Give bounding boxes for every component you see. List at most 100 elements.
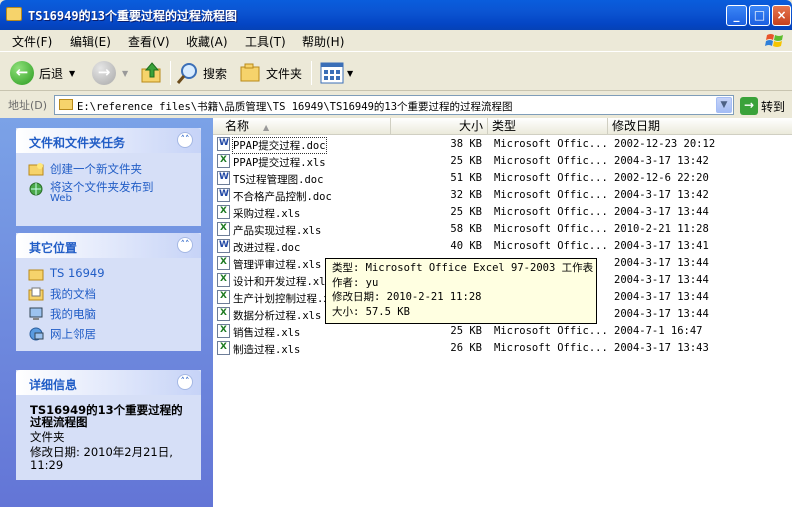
link-label: 我的电脑 bbox=[50, 307, 96, 321]
excel-spreadsheet-icon bbox=[217, 324, 230, 338]
file-info-tooltip: 类型: Microsoft Office Excel 97-2003 工作表 作… bbox=[325, 258, 597, 324]
file-row[interactable]: TS过程管理图.doc 51 KB Microsoft Offic... 2002-1… bbox=[213, 170, 792, 187]
publish-web-link[interactable]: 将这个文件夹发布到 Web bbox=[28, 181, 154, 205]
folder-icon bbox=[6, 7, 22, 21]
file-name: 管理评审过程.xls bbox=[233, 259, 322, 271]
file-row[interactable]: 产品实现过程.xls 58 KB Microsoft Offic... 2010-2-… bbox=[213, 221, 792, 238]
go-arrow-icon: → bbox=[740, 97, 758, 115]
details-kind: 文件夹 bbox=[30, 430, 65, 444]
views-button[interactable]: ▼ bbox=[320, 60, 353, 86]
new-folder-link[interactable]: 创建一个新文件夹 bbox=[28, 161, 142, 177]
file-row[interactable]: PPAP提交过程.xls 25 KB Microsoft Offic... 2004-… bbox=[213, 153, 792, 170]
file-modified: 2010-2-21 11:28 bbox=[614, 223, 709, 235]
other-places-panel: 其它位置 ˄˄ TS 16949 我的文档 我的电脑 网上邻居 bbox=[16, 233, 201, 351]
file-type: Microsoft Offic... bbox=[494, 155, 608, 167]
file-modified: 2004-3-17 13:42 bbox=[614, 189, 709, 201]
menu-bar: 文件(F) 编辑(E) 查看(V) 收藏(A) 工具(T) 帮助(H) bbox=[0, 30, 792, 52]
file-name: PPAP提交过程.doc bbox=[232, 137, 327, 154]
file-row[interactable]: 制造过程.xls 26 KB Microsoft Offic... 2004-3-17… bbox=[213, 340, 792, 357]
back-button[interactable]: ← 后退 ▼ bbox=[10, 60, 75, 86]
file-modified: 2002-12-23 20:12 bbox=[614, 138, 716, 150]
views-grid-icon bbox=[320, 62, 344, 84]
column-name[interactable]: 名称 ▲ bbox=[213, 118, 391, 135]
title-bar[interactable]: TS16949的13个重要过程的过程流程图 _ □ × bbox=[0, 0, 792, 30]
file-name: 设计和开发过程.xls bbox=[233, 276, 332, 288]
go-button[interactable]: → 转到 bbox=[740, 97, 785, 115]
address-input[interactable]: E:\reference files\书籍\品质管理\TS 16949\TS16… bbox=[54, 95, 734, 115]
windows-logo-icon bbox=[765, 34, 783, 47]
file-size: 58 KB bbox=[450, 223, 482, 235]
panel-header[interactable]: 详细信息 ˄˄ bbox=[16, 370, 201, 395]
close-button[interactable]: × bbox=[772, 5, 791, 26]
maximize-button[interactable]: □ bbox=[749, 5, 770, 26]
excel-spreadsheet-icon bbox=[217, 307, 230, 321]
search-label: 搜索 bbox=[203, 66, 228, 81]
column-modified[interactable]: 修改日期 bbox=[608, 118, 792, 135]
link-label: TS 16949 bbox=[50, 266, 105, 280]
file-row[interactable]: 不合格产品控制.doc 32 KB Microsoft Offic... 2004-3… bbox=[213, 187, 792, 204]
excel-spreadsheet-icon bbox=[217, 222, 230, 236]
excel-spreadsheet-icon bbox=[217, 205, 230, 219]
file-size: 25 KB bbox=[450, 325, 482, 337]
search-button[interactable]: 搜索 bbox=[176, 60, 227, 86]
details-modified-line2: 11:29 bbox=[30, 458, 64, 472]
file-size: 51 KB bbox=[450, 172, 482, 184]
place-link-ts16949[interactable]: TS 16949 bbox=[28, 266, 105, 281]
file-row[interactable]: 改进过程.doc 40 KB Microsoft Offic... 2004-3-17… bbox=[213, 238, 792, 255]
place-link-my-documents[interactable]: 我的文档 bbox=[28, 286, 96, 302]
menu-tools[interactable]: 工具(T) bbox=[245, 33, 286, 50]
file-type: Microsoft Offic... bbox=[494, 223, 608, 235]
link-label: 我的文档 bbox=[50, 287, 96, 301]
file-modified: 2004-3-17 13:42 bbox=[614, 155, 709, 167]
link-label: 创建一个新文件夹 bbox=[50, 162, 142, 176]
folder-icon bbox=[28, 269, 44, 281]
collapse-chevron-icon[interactable]: ˄˄ bbox=[177, 237, 193, 253]
file-type: Microsoft Offic... bbox=[494, 206, 608, 218]
column-size[interactable]: 大小 bbox=[391, 118, 488, 135]
menu-favorites[interactable]: 收藏(A) bbox=[186, 33, 228, 50]
folders-button[interactable]: 文件夹 bbox=[239, 60, 302, 86]
word-document-icon bbox=[217, 171, 230, 185]
panel-title: 其它位置 bbox=[29, 241, 78, 255]
file-name: 制造过程.xls bbox=[233, 344, 301, 356]
file-row[interactable]: 销售过程.xls 25 KB Microsoft Offic... 2004-7-1 … bbox=[213, 323, 792, 340]
file-row[interactable]: PPAP提交过程.doc 38 KB Microsoft Offic... 2002-… bbox=[213, 136, 792, 154]
minimize-button[interactable]: _ bbox=[726, 5, 747, 26]
forward-button[interactable]: → ▼ bbox=[92, 60, 128, 86]
menu-view[interactable]: 查看(V) bbox=[128, 33, 170, 50]
up-folder-button[interactable] bbox=[140, 60, 164, 86]
explorer-window: TS16949的13个重要过程的过程流程图 _ □ × 文件(F) 编辑(E) … bbox=[0, 0, 792, 507]
panel-header[interactable]: 文件和文件夹任务 ˄˄ bbox=[16, 128, 201, 153]
publish-web-icon bbox=[29, 182, 43, 196]
folders-icon bbox=[240, 63, 260, 82]
place-link-my-computer[interactable]: 我的电脑 bbox=[28, 306, 96, 322]
my-computer-icon bbox=[29, 307, 43, 320]
file-type: Microsoft Offic... bbox=[494, 172, 608, 184]
menu-help[interactable]: 帮助(H) bbox=[302, 33, 344, 50]
file-modified: 2004-3-17 13:44 bbox=[614, 206, 709, 218]
column-type[interactable]: 类型 bbox=[488, 118, 608, 135]
collapse-chevron-icon[interactable]: ˄˄ bbox=[177, 132, 193, 148]
window-title: TS16949的13个重要过程的过程流程图 bbox=[28, 9, 238, 23]
go-label: 转到 bbox=[761, 99, 786, 114]
link-label-line2: Web bbox=[50, 193, 72, 204]
file-size: 38 KB bbox=[450, 138, 482, 150]
details-modified: 修改日期: 2010年2月21日, 11:29 bbox=[30, 446, 173, 472]
new-folder-icon bbox=[28, 163, 44, 176]
menu-file[interactable]: 文件(F) bbox=[12, 33, 52, 50]
file-modified: 2002-12-6 22:20 bbox=[614, 172, 709, 184]
file-modified: 2004-3-17 13:41 bbox=[614, 240, 709, 252]
file-type: Microsoft Offic... bbox=[494, 138, 608, 150]
excel-spreadsheet-icon bbox=[217, 273, 230, 287]
chevron-down-icon[interactable]: ▼ bbox=[716, 97, 732, 113]
menu-edit[interactable]: 编辑(E) bbox=[70, 33, 111, 50]
tooltip-author: 作者: yu bbox=[332, 276, 379, 289]
place-link-network[interactable]: 网上邻居 bbox=[28, 326, 96, 342]
file-type: Microsoft Offic... bbox=[494, 189, 608, 201]
back-label: 后退 bbox=[39, 66, 64, 81]
collapse-chevron-icon[interactable]: ˄˄ bbox=[177, 374, 193, 390]
file-name: 产品实现过程.xls bbox=[233, 225, 322, 237]
panel-header[interactable]: 其它位置 ˄˄ bbox=[16, 233, 201, 258]
details-name-line2: 过程流程图 bbox=[30, 415, 88, 429]
file-row[interactable]: 采购过程.xls 25 KB Microsoft Offic... 2004-3-17… bbox=[213, 204, 792, 221]
